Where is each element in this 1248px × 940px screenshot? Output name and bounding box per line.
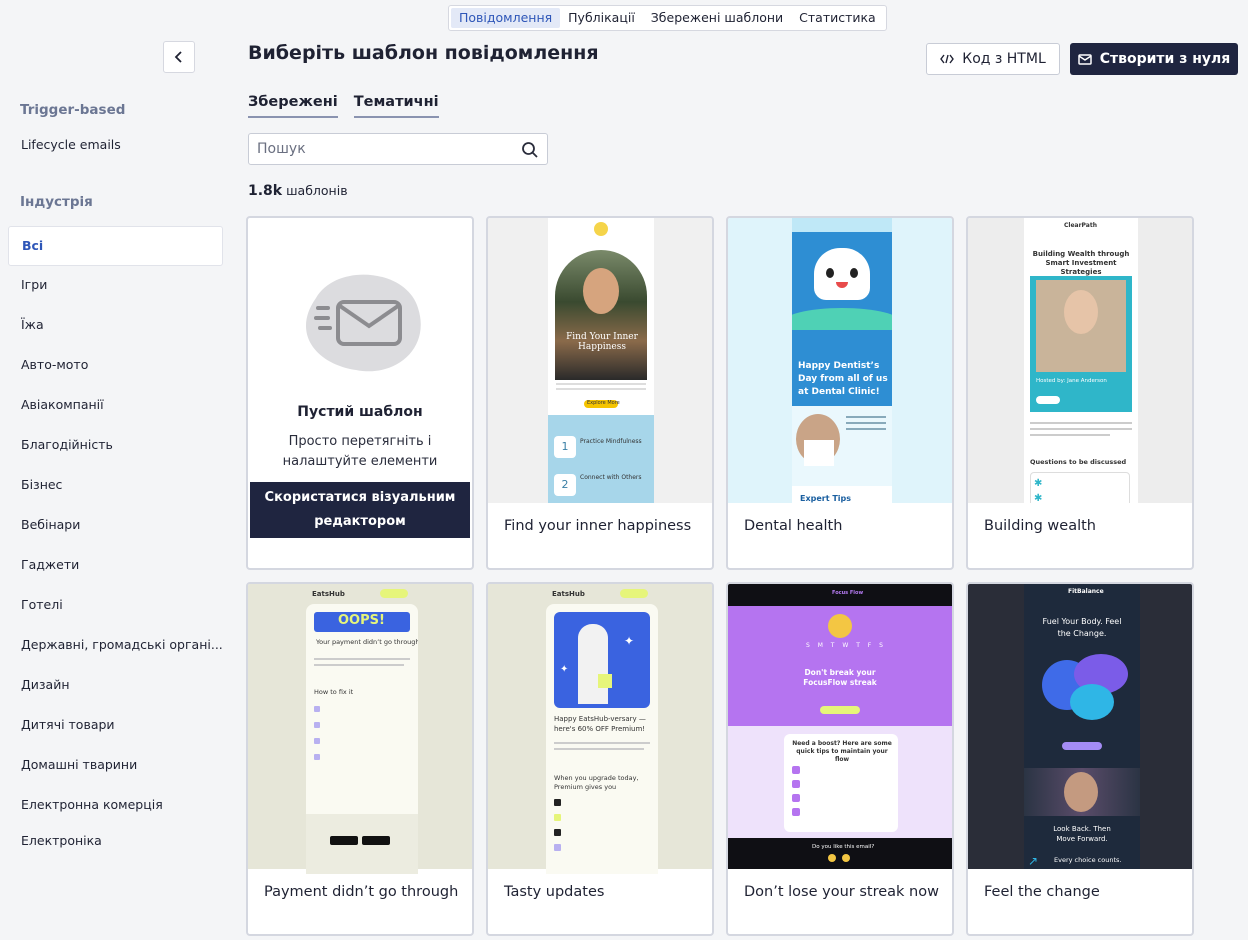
preview-line2: When you upgrade today, Premium gives yo… xyxy=(554,774,639,791)
preview-line: Fuel Your Body. Feel the Change. xyxy=(1042,617,1122,638)
tab-publications[interactable]: Публікації xyxy=(560,8,643,28)
template-preview: FitBalance Fuel Your Body. Feel the Chan… xyxy=(968,584,1192,869)
search-box xyxy=(248,133,548,165)
sub-tabs: Збережені Тематичні xyxy=(248,94,439,118)
preview-headline: Find Your Inner Happiness xyxy=(566,332,638,352)
chevron-left-icon xyxy=(174,51,182,63)
sidebar-item-auto[interactable]: Авто-мото xyxy=(8,346,223,386)
preview-line: Happy EatsHub-versary — here's 60% OFF P… xyxy=(554,715,646,733)
preview-oops: OOPS! xyxy=(338,613,385,628)
sidebar-item-webinars[interactable]: Вебінари xyxy=(8,506,223,546)
preview-line: Don't break your FocusFlow streak xyxy=(803,668,877,687)
template-card-dental[interactable]: Happy Dentist’s Day from all of us at De… xyxy=(726,216,954,570)
sidebar-item-electronics[interactable]: Електроніка xyxy=(8,826,223,852)
sidebar-item-lifecycle[interactable]: Lifecycle emails xyxy=(8,126,223,166)
preview-q: Questions to be discussed xyxy=(1030,458,1127,466)
template-name: Don’t lose your streak now xyxy=(744,884,939,900)
sidebar-item-food[interactable]: Їжа xyxy=(8,306,223,346)
tab-thematic[interactable]: Тематичні xyxy=(353,94,439,118)
template-preview: Find Your Inner Happiness Explore More 1… xyxy=(488,218,712,503)
template-card-wealth[interactable]: ClearPath Building Wealth through Smart … xyxy=(966,216,1194,570)
blank-template-title: Пустий шаблон xyxy=(297,404,423,420)
template-count-label: шаблонів xyxy=(286,183,348,198)
sidebar-item-government[interactable]: Державні, громадські органі... xyxy=(8,626,223,666)
template-preview: Focus Flow S M T W T F S Don't break you… xyxy=(728,584,952,869)
template-preview: ClearPath Building Wealth through Smart … xyxy=(968,218,1192,503)
preview-host: Hosted by: Jane Anderson xyxy=(1036,378,1107,384)
template-count-number: 1.8k xyxy=(248,183,283,199)
tab-messages[interactable]: Повідомлення xyxy=(451,8,561,28)
create-from-scratch-button[interactable]: Створити з нуля xyxy=(1070,43,1238,75)
preview-headline: Happy Dentist’s Day from all of us at De… xyxy=(798,361,888,397)
sidebar-item-ecommerce[interactable]: Електронна комерція xyxy=(8,786,223,826)
sidebar-heading-industry: Індустрія xyxy=(20,194,93,210)
template-name: Dental health xyxy=(744,518,843,534)
sidebar-item-all[interactable]: Всі xyxy=(8,226,223,266)
sidebar-item-charity[interactable]: Благодійність xyxy=(8,426,223,466)
preview-how: How to fix it xyxy=(314,688,354,696)
envelope-icon xyxy=(1077,53,1092,65)
preview-tip2: Connect with Others xyxy=(580,474,642,481)
sidebar-item-kids[interactable]: Дитячі товари xyxy=(8,706,223,746)
create-from-scratch-label: Створити з нуля xyxy=(1099,51,1231,67)
sidebar-item-airlines[interactable]: Авіакомпанії xyxy=(8,386,223,426)
blank-template-envelope-icon xyxy=(305,274,421,372)
search-input[interactable] xyxy=(249,134,509,164)
preview-line3: Every choice counts. xyxy=(1054,856,1122,864)
html-code-label: Код з HTML xyxy=(962,51,1046,67)
template-name: Find your inner happiness xyxy=(504,518,692,534)
preview-btn: Explore More xyxy=(587,400,620,406)
preview-title: Building Wealth through Smart Investment… xyxy=(1032,250,1130,276)
use-visual-editor-button[interactable]: Скористатися візуальним редактором xyxy=(250,482,470,538)
tab-saved[interactable]: Збережені xyxy=(248,94,338,118)
template-preview: Happy Dentist’s Day from all of us at De… xyxy=(728,218,952,503)
template-name: Feel the change xyxy=(984,884,1100,900)
sidebar-heading-trigger: Trigger-based xyxy=(20,102,126,118)
template-preview: EatsHub ✦ ✦ Happy EatsHub-versary — here… xyxy=(488,584,712,874)
template-card-happiness[interactable]: Find Your Inner Happiness Explore More 1… xyxy=(486,216,714,570)
tab-statistics[interactable]: Статистика xyxy=(791,8,884,28)
sidebar: Trigger-based Lifecycle emails Індустрія… xyxy=(8,96,223,852)
preview-brand: ClearPath xyxy=(1064,222,1097,229)
template-preview: EatsHub OOPS! Your payment didn’t go thr… xyxy=(248,584,472,874)
template-card-blank[interactable]: Пустий шаблон Просто перетягніть і налаш… xyxy=(246,216,474,570)
collapse-sidebar-button[interactable] xyxy=(163,41,195,73)
tab-saved-templates[interactable]: Збережені шаблони xyxy=(643,8,791,28)
template-card-streak[interactable]: Focus Flow S M T W T F S Don't break you… xyxy=(726,582,954,936)
code-icon xyxy=(940,54,955,64)
top-tabs: Повідомлення Публікації Збережені шаблон… xyxy=(448,5,887,31)
search-icon[interactable] xyxy=(521,141,539,159)
preview-tip1: Practice Mindfulness xyxy=(580,438,642,445)
preview-brand: EatsHub xyxy=(552,590,585,598)
preview-like: Do you like this email? xyxy=(812,844,875,850)
sidebar-item-design[interactable]: Дизайн xyxy=(8,666,223,706)
sidebar-item-hotels[interactable]: Готелі xyxy=(8,586,223,626)
preview-footer: Expert Tips xyxy=(800,494,852,503)
sidebar-item-games[interactable]: Ігри xyxy=(8,266,223,306)
sidebar-item-gadgets[interactable]: Гаджети xyxy=(8,546,223,586)
template-count: 1.8k шаблонів xyxy=(248,183,348,199)
preview-days: S M T W T F S xyxy=(806,642,886,649)
preview-line: Your payment didn’t go through xyxy=(316,638,418,646)
page-title: Виберіть шаблон повідомлення xyxy=(248,42,599,64)
template-card-payment[interactable]: EatsHub OOPS! Your payment didn’t go thr… xyxy=(246,582,474,936)
sidebar-item-business[interactable]: Бізнес xyxy=(8,466,223,506)
preview-boost: Need a boost? Here are some quick tips t… xyxy=(792,740,892,763)
blank-template-desc: Просто перетягніть і налаштуйте елементи xyxy=(282,434,438,469)
preview-brand: EatsHub xyxy=(312,590,345,598)
preview-brand: Focus Flow xyxy=(832,590,864,596)
template-name: Tasty updates xyxy=(504,884,605,900)
template-card-fit[interactable]: FitBalance Fuel Your Body. Feel the Chan… xyxy=(966,582,1194,936)
template-name: Building wealth xyxy=(984,518,1096,534)
preview-line2: Look Back. Then Move Forward. xyxy=(1053,825,1111,843)
preview-brand: FitBalance xyxy=(1068,588,1104,595)
html-code-button[interactable]: Код з HTML xyxy=(926,43,1060,75)
template-card-tasty[interactable]: EatsHub ✦ ✦ Happy EatsHub-versary — here… xyxy=(486,582,714,936)
sidebar-item-pets[interactable]: Домашні тварини xyxy=(8,746,223,786)
template-name: Payment didn’t go through xyxy=(264,884,459,900)
